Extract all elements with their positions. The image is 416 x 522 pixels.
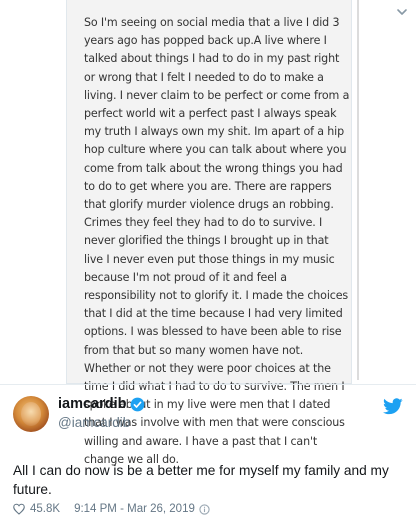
avatar[interactable] <box>13 396 49 432</box>
author-display-name[interactable]: iamcardib <box>58 396 127 412</box>
verified-badge-icon <box>130 397 144 411</box>
tweet-meta-row: 45.8K 9:14 PM - Mar 26, 2019 <box>13 503 210 515</box>
like-count[interactable]: 45.8K <box>30 503 60 515</box>
tweet-text: All I can do now is be a better me for m… <box>13 463 389 497</box>
avatar-face <box>21 402 41 426</box>
heart-icon[interactable] <box>13 503 25 515</box>
divider <box>0 384 416 385</box>
info-icon[interactable] <box>199 503 210 515</box>
notes-scrollbar <box>357 0 359 380</box>
tweet-timestamp[interactable]: 9:14 PM - Mar 26, 2019 <box>74 503 195 515</box>
chevron-down-icon[interactable] <box>396 6 408 18</box>
author-name-row[interactable]: iamcardib <box>58 396 145 412</box>
twitter-bird-icon[interactable] <box>383 398 403 415</box>
author-handle[interactable]: @iamcardib <box>58 415 130 430</box>
